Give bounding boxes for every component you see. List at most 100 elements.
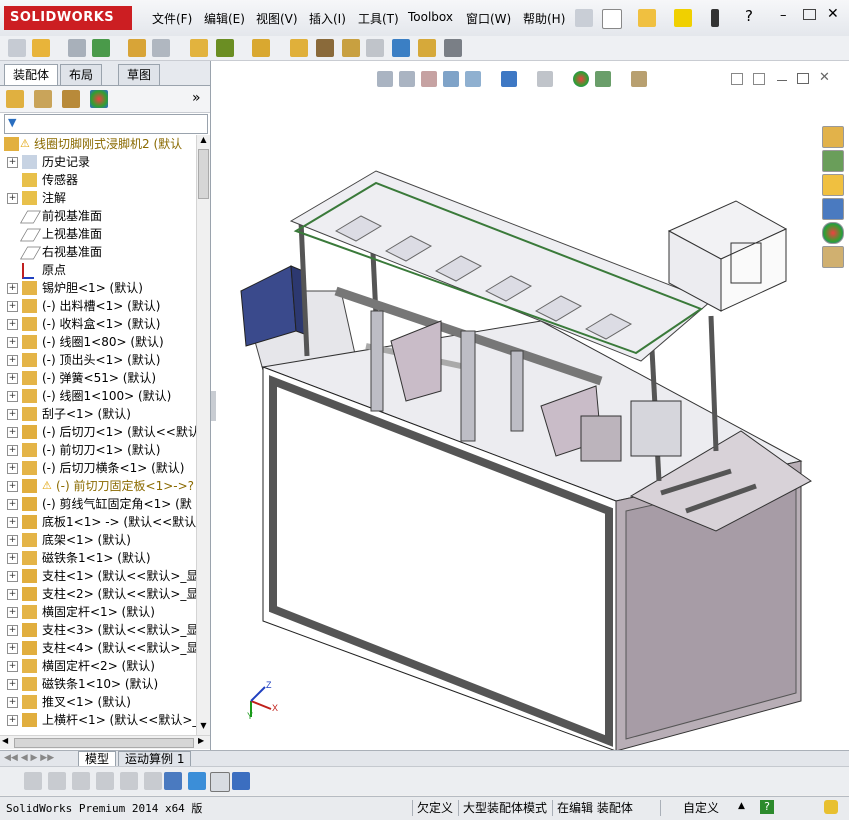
open-folder-icon[interactable]: [638, 9, 656, 27]
expand-toggle-icon[interactable]: +: [7, 283, 18, 294]
tree-item[interactable]: + (-) 收料盒<1> (默认): [0, 315, 196, 333]
tree-filter-field[interactable]: ▼: [4, 114, 208, 134]
axis-icon[interactable]: [164, 772, 182, 790]
new-document-icon[interactable]: [602, 9, 622, 29]
display-manager-icon[interactable]: [90, 90, 108, 108]
bill-of-materials-icon[interactable]: [316, 39, 334, 57]
home-icon[interactable]: [822, 126, 844, 148]
tree-item[interactable]: + 支柱<4> (默认<<默认>_显示: [0, 639, 196, 657]
scroll-right-arrow-icon[interactable]: ▶: [198, 736, 204, 745]
tree-item[interactable]: 前视基准面: [0, 207, 196, 225]
tree-item[interactable]: + (-) 线圈1<100> (默认): [0, 387, 196, 405]
tree-item[interactable]: + 注解: [0, 189, 196, 207]
solidworks-logo[interactable]: SOLIDWORKS: [4, 6, 132, 30]
tree-item[interactable]: 原点: [0, 261, 196, 279]
expand-panel-icon[interactable]: »: [192, 90, 201, 106]
expand-toggle-icon[interactable]: +: [7, 391, 18, 402]
menu-insert[interactable]: 插入(I): [309, 10, 346, 27]
interference-detection-icon[interactable]: [392, 39, 410, 57]
expand-toggle-icon[interactable]: +: [7, 337, 18, 348]
assembly-features-icon[interactable]: [216, 39, 234, 57]
save-image-icon[interactable]: [232, 772, 250, 790]
expand-toggle-icon[interactable]: +: [7, 661, 18, 672]
list-icon[interactable]: [96, 772, 114, 790]
graphics-area[interactable]: ✕ Z X Y: [211, 61, 849, 750]
expand-toggle-icon[interactable]: +: [7, 589, 18, 600]
horizontal-scroll-thumb[interactable]: [14, 738, 194, 748]
expand-toggle-icon[interactable]: +: [7, 679, 18, 690]
expand-toggle-icon[interactable]: +: [7, 517, 18, 528]
tree-item[interactable]: + (-) 出料槽<1> (默认): [0, 297, 196, 315]
smart-fasteners-icon[interactable]: [128, 39, 146, 57]
sketch-tool-icon[interactable]: [24, 772, 42, 790]
expand-toggle-icon[interactable]: +: [7, 535, 18, 546]
scroll-up-arrow-icon[interactable]: ▲: [198, 135, 209, 147]
tree-vertical-scrollbar[interactable]: ▲ ▼: [196, 135, 210, 735]
mate-icon[interactable]: [32, 39, 50, 57]
restore-window-icon[interactable]: [803, 9, 816, 20]
feature-manager-icon[interactable]: [6, 90, 24, 108]
tree-item[interactable]: 右视基准面: [0, 243, 196, 261]
expand-toggle-icon[interactable]: +: [7, 697, 18, 708]
scroll-thumb[interactable]: [198, 149, 209, 199]
expand-toggle-icon[interactable]: +: [7, 409, 18, 420]
expand-toggle-icon[interactable]: +: [7, 481, 18, 492]
expand-toggle-icon[interactable]: +: [7, 373, 18, 384]
file-explorer-icon[interactable]: [822, 174, 844, 196]
units-dropdown-arrow-icon[interactable]: ▲: [738, 801, 745, 811]
tree-item[interactable]: + 支柱<3> (默认<<默认>_显示: [0, 621, 196, 639]
explode-line-sketch-icon[interactable]: [366, 39, 384, 57]
tree-item[interactable]: + (-) 后切刀<1> (默认<<默认: [0, 423, 196, 441]
tree-item[interactable]: + (-) 弹簧<51> (默认): [0, 369, 196, 387]
property-manager-icon[interactable]: [34, 90, 52, 108]
tree-item[interactable]: + 支柱<1> (默认<<默认>_显示: [0, 567, 196, 585]
expand-toggle-icon[interactable]: +: [7, 427, 18, 438]
traffic-light-icon[interactable]: [711, 9, 719, 27]
tree-horizontal-scrollbar[interactable]: ◀ ▶: [0, 735, 210, 749]
menu-edit[interactable]: 编辑(E): [204, 10, 245, 27]
move-component-icon[interactable]: [152, 39, 170, 57]
grid-table-icon[interactable]: [210, 772, 230, 792]
expand-toggle-icon[interactable]: +: [7, 571, 18, 582]
tree-item[interactable]: + ⚠ (-) 前切刀固定板<1>->?: [0, 477, 196, 495]
tree-item[interactable]: + 底板1<1> -> (默认<<默认>_: [0, 513, 196, 531]
help-question-icon[interactable]: ?: [745, 7, 753, 25]
tree-item[interactable]: 上视基准面: [0, 225, 196, 243]
tree-item[interactable]: + 横固定杆<2> (默认): [0, 657, 196, 675]
tree-item[interactable]: + 刮子<1> (默认): [0, 405, 196, 423]
table-icon[interactable]: [120, 772, 138, 790]
minimize-window-icon[interactable]: –: [780, 8, 787, 23]
tab-nav-arrows-icon[interactable]: ◀◀ ◀ ▶ ▶▶: [4, 753, 54, 763]
pin-icon[interactable]: [575, 9, 593, 27]
tab-layout[interactable]: 布局: [60, 64, 103, 85]
tab-sketch[interactable]: 草图: [118, 64, 161, 85]
view-palette-icon[interactable]: [822, 198, 844, 220]
panel-splitter-handle[interactable]: [211, 391, 216, 421]
expand-toggle-icon[interactable]: +: [7, 319, 18, 330]
custom-properties-icon[interactable]: [822, 246, 844, 268]
expand-toggle-icon[interactable]: +: [7, 193, 18, 204]
menu-view[interactable]: 视图(V): [256, 10, 298, 27]
scroll-left-arrow-icon[interactable]: ◀: [2, 736, 8, 745]
dimension-icon[interactable]: [144, 772, 162, 790]
design-library-icon[interactable]: [822, 150, 844, 172]
tree-item[interactable]: + 磁铁条1<1> (默认): [0, 549, 196, 567]
tag-icon[interactable]: [824, 800, 838, 814]
expand-toggle-icon[interactable]: +: [7, 715, 18, 726]
paperclip-icon[interactable]: [68, 39, 86, 57]
menu-file[interactable]: 文件(F): [152, 10, 192, 27]
tree-item[interactable]: + 锡炉胆<1> (默认): [0, 279, 196, 297]
expand-toggle-icon[interactable]: +: [7, 607, 18, 618]
status-units-custom[interactable]: 自定义: [660, 800, 773, 816]
tree-item[interactable]: + (-) 线圈1<80> (默认): [0, 333, 196, 351]
tree-item[interactable]: + 横固定杆<1> (默认): [0, 603, 196, 621]
tab-assembly[interactable]: 装配体: [4, 64, 59, 85]
assembly-3d-model[interactable]: [211, 61, 849, 750]
expand-toggle-icon[interactable]: +: [7, 301, 18, 312]
tree-item[interactable]: + (-) 后切刀横条<1> (默认): [0, 459, 196, 477]
tree-item[interactable]: + 上横杆<1> (默认<<默认>_显: [0, 711, 196, 729]
expand-toggle-icon[interactable]: +: [7, 553, 18, 564]
instant3d-icon[interactable]: [444, 39, 462, 57]
expand-toggle-icon[interactable]: +: [7, 625, 18, 636]
new-motion-study-icon[interactable]: [290, 39, 308, 57]
